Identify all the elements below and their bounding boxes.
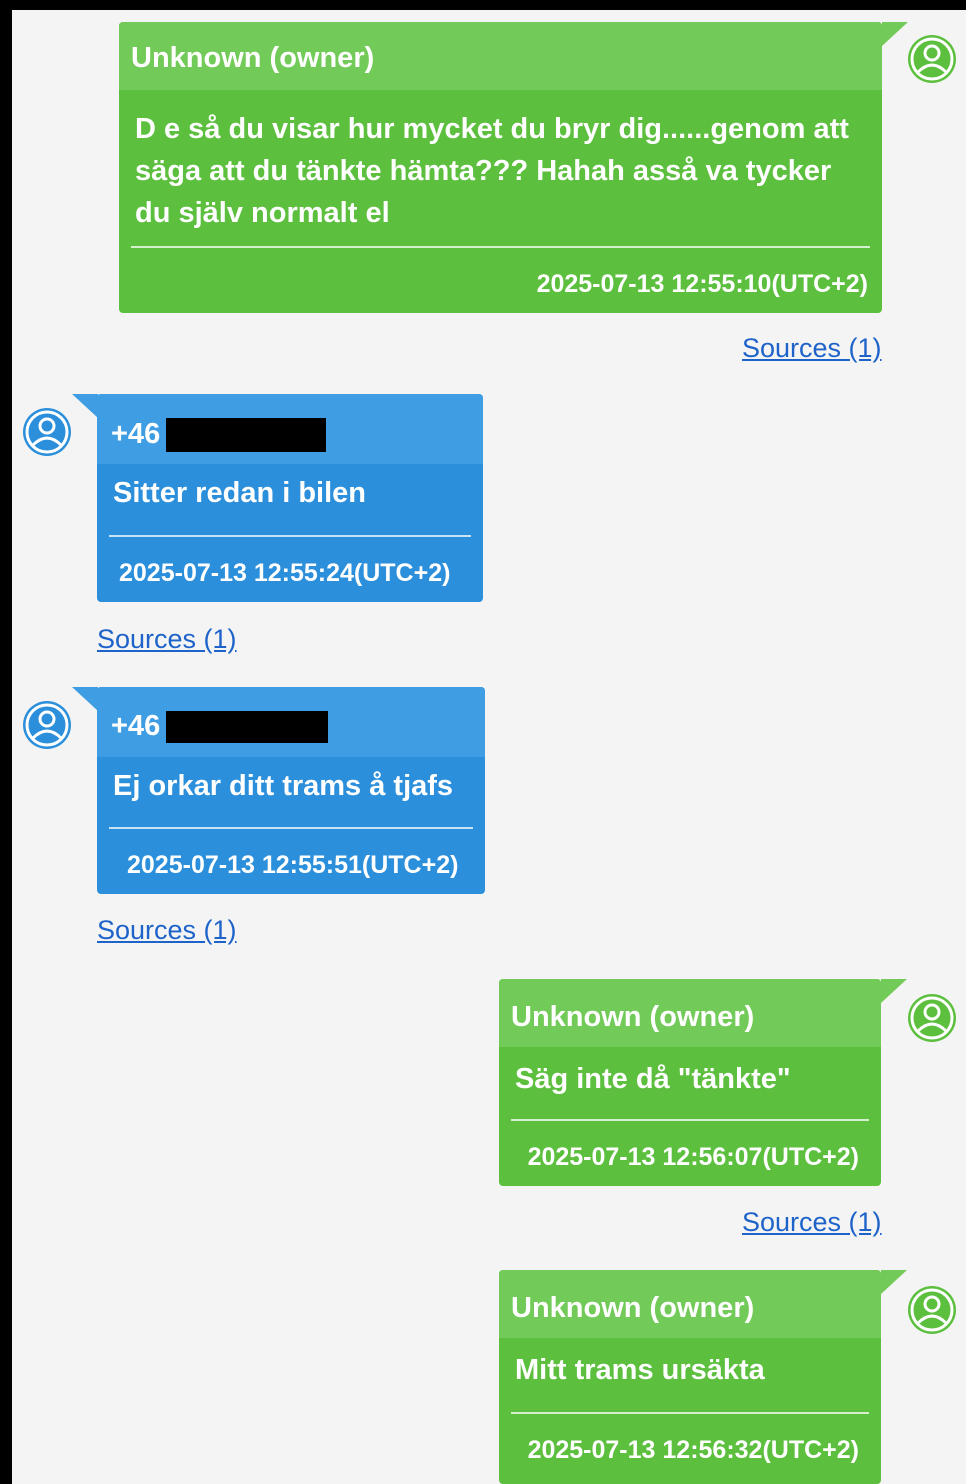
sources-link[interactable]: Sources (1): [742, 1207, 882, 1238]
chat-view: Unknown (owner) D e så du visar hur myck…: [0, 0, 966, 1484]
divider: [109, 827, 473, 829]
message-bubble-incoming: +46 Sitter redan i bilen 2025-07-13 12:5…: [97, 394, 483, 602]
message-bubble-incoming: +46 Ej orkar ditt trams å tjafs 2025-07-…: [97, 687, 485, 894]
bubble-tail: [72, 687, 98, 711]
user-avatar-icon: [23, 701, 71, 749]
message-line: D e så du visar hur mycket du bryr dig..…: [135, 113, 849, 145]
sender-name: Unknown (owner): [511, 1292, 755, 1324]
message-text: D e så du visar hur mycket du bryr dig..…: [135, 108, 875, 234]
message-bubble-outgoing: Unknown (owner) Säg inte då "tänkte" 202…: [499, 979, 881, 1186]
message-bubble-outgoing: Unknown (owner) Mitt trams ursäkta 2025-…: [499, 1270, 881, 1484]
message-timestamp: 2025-07-13 12:55:10(UTC+2): [536, 270, 868, 298]
message-line: säga att du tänkte hämta??? Hahah asså v…: [135, 155, 832, 187]
bubble-tail: [881, 1270, 907, 1294]
redaction-box: [166, 418, 326, 452]
sender-phone: +46: [111, 418, 161, 450]
message-text: Ej orkar ditt trams å tjafs: [113, 765, 479, 807]
bubble-tail: [881, 979, 907, 1003]
user-avatar-icon: [908, 1286, 956, 1334]
divider: [109, 535, 471, 537]
user-avatar-icon: [908, 35, 956, 83]
divider: [511, 1412, 869, 1414]
sender-phone: +46: [111, 710, 161, 742]
message-timestamp: 2025-07-13 12:55:51(UTC+2): [127, 851, 459, 879]
bubble-tail: [882, 22, 908, 46]
message-text: Sitter redan i bilen: [113, 472, 473, 514]
message-text: Mitt trams ursäkta: [515, 1349, 875, 1391]
sources-link[interactable]: Sources (1): [742, 333, 882, 364]
message-timestamp: 2025-07-13 12:55:24(UTC+2): [119, 559, 451, 587]
bubble-tail: [72, 394, 98, 418]
sources-link[interactable]: Sources (1): [97, 915, 237, 946]
message-line: Säg inte då "tänkte": [515, 1063, 791, 1095]
message-line: Mitt trams ursäkta: [515, 1354, 765, 1386]
message-line: du själv normalt el: [135, 197, 390, 229]
sender-name: Unknown (owner): [131, 42, 375, 74]
message-timestamp: 2025-07-13 12:56:32(UTC+2): [527, 1436, 859, 1464]
message-line: Sitter redan i bilen: [113, 477, 366, 509]
message-timestamp: 2025-07-13 12:56:07(UTC+2): [527, 1143, 859, 1171]
message-text: Säg inte då "tänkte": [515, 1058, 875, 1100]
sources-link[interactable]: Sources (1): [97, 624, 237, 655]
divider: [131, 246, 870, 248]
message-line: Ej orkar ditt trams å tjafs: [113, 770, 454, 802]
user-avatar-icon: [23, 408, 71, 456]
user-avatar-icon: [908, 994, 956, 1042]
message-bubble-outgoing: Unknown (owner) D e så du visar hur myck…: [119, 22, 882, 313]
redaction-box: [166, 711, 328, 743]
divider: [511, 1119, 869, 1121]
sender-name: Unknown (owner): [511, 1001, 755, 1033]
